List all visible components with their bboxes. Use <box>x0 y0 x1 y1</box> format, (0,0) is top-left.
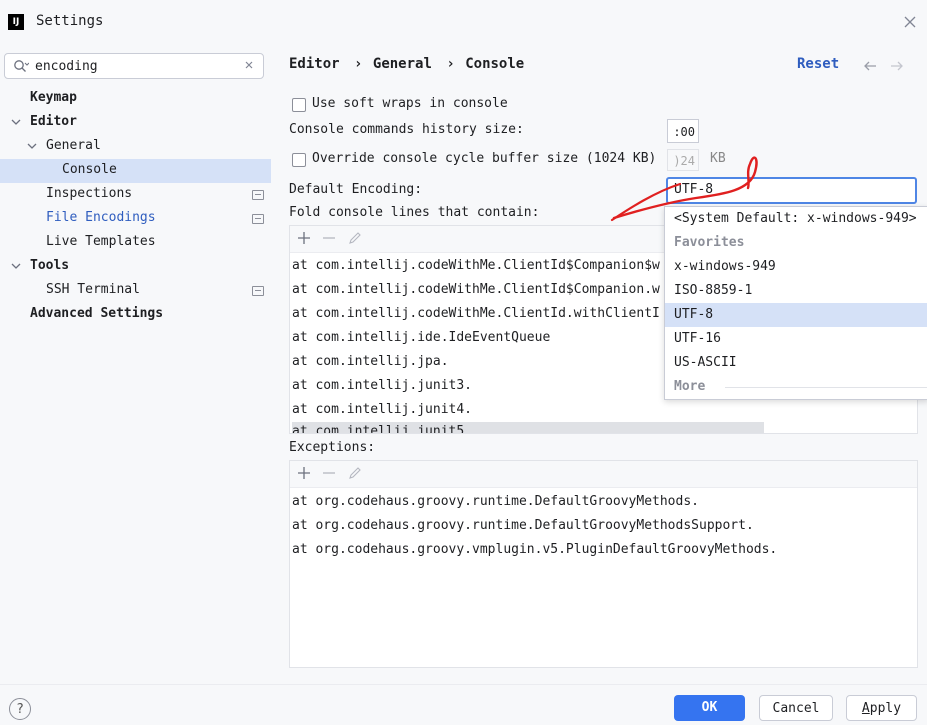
apply-button[interactable]: Apply <box>846 695 917 721</box>
list-item[interactable]: at org.codehaus.groovy.runtime.DefaultGr… <box>292 514 754 538</box>
exceptions-panel: at org.codehaus.groovy.runtime.DefaultGr… <box>289 460 918 668</box>
footer-divider <box>0 684 927 685</box>
sidebar-item-label: SSH Terminal <box>46 282 140 297</box>
chevron-down-icon[interactable] <box>27 141 37 151</box>
soft-wraps-checkbox[interactable] <box>292 98 306 112</box>
search-icon <box>14 60 29 72</box>
dropdown-section-more[interactable]: More <box>674 375 705 399</box>
list-item[interactable]: at com.intellij.junit5. <box>292 422 764 433</box>
breadcrumb-item[interactable]: Editor <box>289 56 340 72</box>
breadcrumb-item[interactable]: General <box>373 56 432 72</box>
sidebar-item-label: Tools <box>30 258 70 273</box>
sidebar-item-label: Advanced Settings <box>30 306 164 321</box>
sidebar-item-label: General <box>46 138 101 153</box>
breadcrumb-separator: › <box>354 56 363 72</box>
encoding-dropdown: <System Default: x-windows-949> Favorite… <box>664 206 927 400</box>
add-icon[interactable] <box>297 466 311 480</box>
sidebar-item-file-encodings[interactable]: File Encodings <box>46 206 156 230</box>
override-buffer-checkbox[interactable] <box>292 153 306 167</box>
chevron-down-icon[interactable] <box>11 117 21 127</box>
title-bar: IJ Settings <box>0 0 927 44</box>
search-box[interactable] <box>4 53 264 79</box>
list-item[interactable]: at com.intellij.ide.IdeEventQueue <box>292 326 550 350</box>
dropdown-option[interactable]: ISO-8859-1 <box>665 279 927 303</box>
sidebar-item-editor[interactable]: Editor <box>30 110 77 134</box>
list-item[interactable]: at com.intellij.codeWithMe.ClientId$Comp… <box>292 254 660 278</box>
red-annotation-scribble <box>610 156 758 222</box>
sidebar-item-advanced-settings[interactable]: Advanced Settings <box>30 302 163 326</box>
project-settings-icon <box>252 286 264 296</box>
arrow-left-icon[interactable] <box>863 61 877 71</box>
breadcrumb-item: Console <box>465 56 525 72</box>
fold-lines-label: Fold console lines that contain: <box>289 205 540 220</box>
dropdown-section-favorites: Favorites <box>674 235 745 250</box>
history-size-field[interactable]: :00 <box>667 119 699 143</box>
breadcrumb-separator: › <box>446 56 455 72</box>
search-input[interactable] <box>35 57 235 75</box>
list-item[interactable]: at com.intellij.jpa. <box>292 350 449 374</box>
list-item[interactable]: at org.codehaus.groovy.vmplugin.v5.Plugi… <box>292 538 777 562</box>
chevron-down-icon[interactable] <box>11 261 21 271</box>
edit-pencil-icon[interactable] <box>348 231 362 245</box>
sidebar-selection-highlight <box>0 159 271 183</box>
project-settings-icon <box>252 214 264 224</box>
clear-search-icon[interactable] <box>243 59 255 71</box>
history-size-label: Console commands history size: <box>289 122 524 137</box>
breadcrumb: Editor › General › Console <box>289 56 524 72</box>
sidebar-item-inspections[interactable]: Inspections <box>46 182 132 206</box>
list-item[interactable]: at com.intellij.codeWithMe.ClientId$Comp… <box>292 278 660 302</box>
add-icon[interactable] <box>297 231 311 245</box>
list-item[interactable]: at com.intellij.junit4. <box>292 398 472 422</box>
sidebar-item-console[interactable]: Console <box>62 158 117 182</box>
list-item[interactable]: at com.intellij.codeWithMe.ClientId.with… <box>292 302 660 326</box>
sidebar-item-ssh-terminal[interactable]: SSH Terminal <box>46 278 140 302</box>
dropdown-option[interactable]: x-windows-949 <box>665 255 927 279</box>
exceptions-label: Exceptions: <box>289 440 376 455</box>
intellij-logo-icon: IJ <box>8 14 24 30</box>
sidebar-item-tools[interactable]: Tools <box>30 254 69 278</box>
window-title: Settings <box>36 13 104 29</box>
sidebar-item-label: Live Templates <box>46 234 156 249</box>
cancel-button[interactable]: Cancel <box>759 695 833 721</box>
sidebar-item-keymap[interactable]: Keymap <box>30 86 77 110</box>
help-button[interactable]: ? <box>9 698 31 720</box>
dropdown-option[interactable]: US-ASCII <box>665 351 927 375</box>
close-icon[interactable] <box>902 14 918 30</box>
dropdown-option-selected[interactable]: UTF-8 <box>665 303 927 327</box>
project-settings-icon <box>252 190 264 200</box>
soft-wraps-label: Use soft wraps in console <box>312 96 508 111</box>
default-encoding-label: Default Encoding: <box>289 182 423 197</box>
ok-button[interactable]: OK <box>674 695 745 721</box>
arrow-right-icon[interactable] <box>890 61 904 71</box>
sidebar-item-label: File Encodings <box>46 210 156 225</box>
sidebar-item-label: Keymap <box>30 90 77 105</box>
remove-icon[interactable] <box>322 231 336 245</box>
sidebar-item-live-templates[interactable]: Live Templates <box>46 230 156 254</box>
sidebar-item-label: Console <box>62 162 117 177</box>
sidebar-item-general[interactable]: General <box>46 134 101 158</box>
remove-icon[interactable] <box>322 466 336 480</box>
list-item[interactable]: at org.codehaus.groovy.runtime.DefaultGr… <box>292 490 699 514</box>
reset-link[interactable]: Reset <box>797 56 839 72</box>
exceptions-toolbar <box>290 461 917 488</box>
list-item[interactable]: at com.intellij.junit3. <box>292 374 472 398</box>
dropdown-divider <box>725 387 927 388</box>
edit-pencil-icon[interactable] <box>348 466 362 480</box>
sidebar-item-label: Inspections <box>46 186 133 201</box>
dropdown-option[interactable]: UTF-16 <box>665 327 927 351</box>
sidebar-item-label: Editor <box>30 114 77 129</box>
